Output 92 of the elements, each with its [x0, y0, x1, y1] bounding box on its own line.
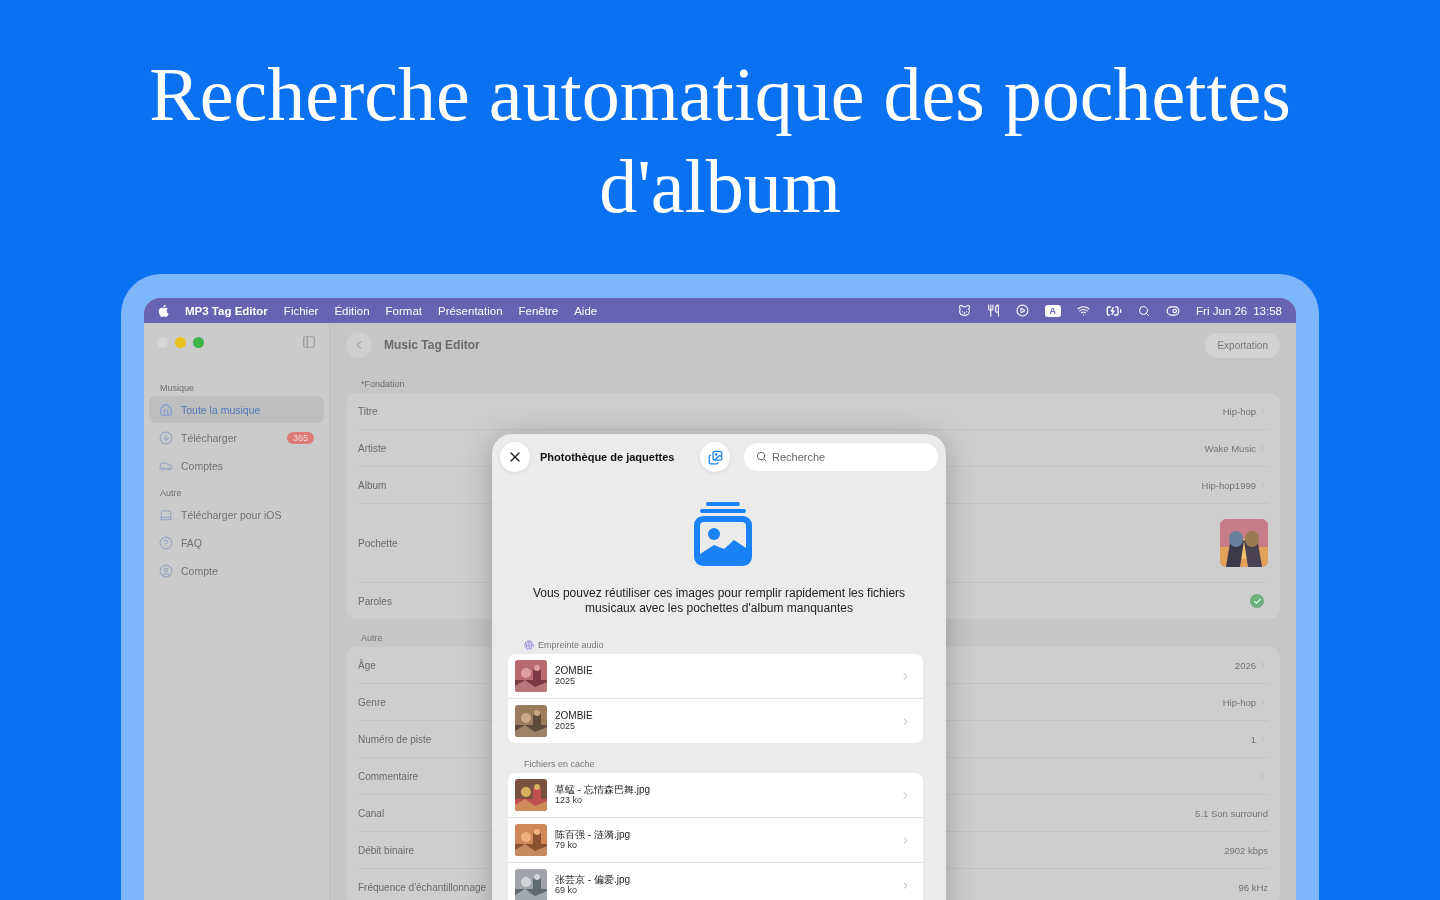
- images-icon: [707, 449, 723, 465]
- field-label: Fréquence d'échantillonnage: [358, 881, 487, 893]
- field-label: Débit binaire: [358, 844, 415, 856]
- photo-stack-icon: [692, 502, 754, 568]
- search-field[interactable]: Recherche: [744, 443, 938, 471]
- input-source-indicator[interactable]: A: [1044, 304, 1062, 317]
- item-subtitle: 123 ko: [555, 795, 584, 806]
- close-button[interactable]: [500, 442, 530, 472]
- menu-item[interactable]: Aide: [574, 304, 598, 317]
- field-value: 5.1 Son surround: [1195, 807, 1268, 819]
- menu-bar-time[interactable]: 13:58: [1253, 304, 1282, 317]
- field-label: Numéro de piste: [358, 733, 432, 745]
- field-label: Pochette: [358, 537, 398, 549]
- field-value: Hip-hop1999: [1201, 479, 1256, 491]
- sidebar-item[interactable]: Comptes: [149, 452, 324, 479]
- menu-item[interactable]: Format: [385, 304, 422, 317]
- home-icon: [159, 402, 173, 417]
- sidebar-toggle-icon[interactable]: [302, 335, 316, 349]
- sidebar-item-label: FAQ: [181, 536, 202, 549]
- help-icon: [159, 535, 173, 550]
- field-value: Wake Music: [1204, 442, 1256, 454]
- sidebar-section-title: Musique: [159, 382, 196, 395]
- search-icon[interactable]: [1138, 304, 1151, 317]
- fork-icon[interactable]: [986, 304, 1000, 317]
- sidebar-item-label: Comptes: [181, 459, 223, 472]
- field-label: Artiste: [358, 442, 387, 454]
- zoom-window-button[interactable]: [193, 336, 204, 348]
- field-value: Hip-hop: [1222, 405, 1256, 417]
- item-title: 2OMBIE: [555, 710, 593, 721]
- item-subtitle: 69 ko: [555, 885, 579, 896]
- list-section-title: Fichiers en cache: [524, 759, 595, 769]
- sidebar-item[interactable]: Compte: [149, 557, 324, 584]
- menu-item[interactable]: Présentation: [437, 304, 503, 317]
- item-title: 张芸京 - 偏爱.jpg: [555, 874, 630, 885]
- field-value: 1: [1250, 733, 1256, 745]
- menu-item[interactable]: Édition: [334, 304, 370, 317]
- app-menu[interactable]: MP3 Tag Editor: [185, 304, 268, 317]
- back-button[interactable]: [346, 332, 372, 358]
- field-label: Paroles: [358, 595, 392, 607]
- wifi-icon[interactable]: [1077, 304, 1091, 317]
- field-value: Hip-hop: [1222, 696, 1256, 708]
- artwork-list-item[interactable]: 陈百强 - 涟漪.jpg 79 ko: [508, 817, 923, 862]
- item-title: 草蜢 - 忘情森巴舞.jpg: [555, 784, 650, 795]
- export-button[interactable]: Exportation: [1205, 332, 1280, 358]
- field-label: Genre: [358, 696, 386, 708]
- user-icon: [159, 563, 173, 578]
- field-value: 96 kHz: [1238, 881, 1268, 893]
- item-subtitle: 2025: [555, 676, 577, 687]
- field-label: Commentaire: [358, 770, 419, 782]
- search-icon: [756, 451, 767, 462]
- play-icon[interactable]: [1015, 304, 1029, 317]
- field-value: 2026: [1234, 659, 1256, 671]
- item-subtitle: 79 ko: [555, 840, 579, 851]
- dialog-message: Vous pouvez réutiliser ces images pour remplir rapidement les fichiers musicaux avec les pochettes d'album manquantes: [531, 586, 907, 616]
- sidebar-item-label: Télécharger: [181, 431, 238, 444]
- apple-logo-icon[interactable]: [158, 304, 169, 317]
- images-button[interactable]: [700, 442, 730, 472]
- item-title: 2OMBIE: [555, 665, 593, 676]
- sidebar-item[interactable]: Télécharger pour iOS: [149, 501, 324, 528]
- count-badge: 365: [286, 431, 314, 444]
- sidebar-item[interactable]: Télécharger 365: [149, 424, 324, 451]
- item-subtitle: 2025: [555, 721, 577, 732]
- sidebar-item-label: Télécharger pour iOS: [181, 508, 282, 521]
- item-title: 陈百强 - 涟漪.jpg: [555, 829, 630, 840]
- menu-item[interactable]: Fichier: [283, 304, 319, 317]
- download-icon: [159, 430, 173, 445]
- sidebar-item-label: Toute la musique: [181, 403, 261, 416]
- fingerprint-icon: [524, 640, 534, 650]
- headline: Recherche automatique des pochettes d'album: [148, 51, 1292, 230]
- dialog-title: Photothèque de jaquettes: [540, 451, 675, 463]
- devices-icon: [159, 507, 173, 522]
- menu-bar-date[interactable]: Fri Jun 26: [1196, 304, 1248, 317]
- section-title: *Fondation: [361, 379, 405, 389]
- sidebar-item[interactable]: FAQ: [149, 529, 324, 556]
- artwork-list-item[interactable]: 2OMBIE 2025: [508, 654, 923, 698]
- cat-icon[interactable]: [957, 304, 971, 317]
- list-section-title: Empreinte audio: [538, 640, 604, 650]
- field-label: Album: [358, 479, 387, 491]
- sidebar-section-title: Autre: [159, 487, 183, 500]
- window-title: Music Tag Editor: [384, 338, 480, 352]
- minimize-window-button[interactable]: [175, 336, 186, 348]
- field-label: Canal: [358, 807, 385, 819]
- artwork-list-item[interactable]: 2OMBIE 2025: [508, 698, 923, 743]
- sidebar-item-label: Compte: [181, 564, 218, 577]
- field-label: Âge: [358, 659, 376, 671]
- field-label: Titre: [358, 405, 378, 417]
- artwork-list-item[interactable]: 张芸京 - 偏爱.jpg 69 ko: [508, 862, 923, 900]
- section-title: Autre: [361, 633, 383, 643]
- field-value: 2902 kbps: [1224, 844, 1268, 856]
- toggle-icon[interactable]: [1166, 303, 1181, 318]
- artwork-list-item[interactable]: 草蜢 - 忘情森巴舞.jpg 123 ko: [508, 773, 923, 817]
- menu-item[interactable]: Fenêtre: [518, 304, 559, 317]
